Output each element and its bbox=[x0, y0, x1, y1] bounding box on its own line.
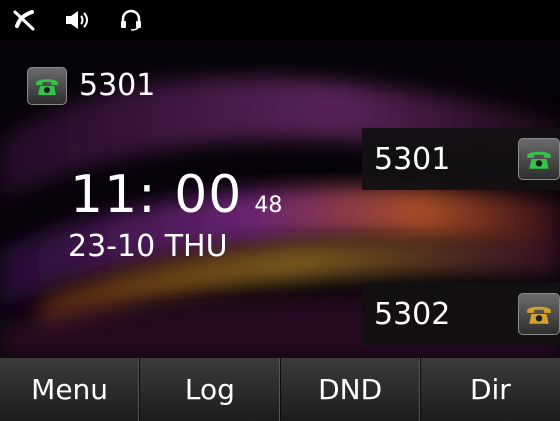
softkey-dnd[interactable]: DND bbox=[281, 358, 421, 421]
clock: 11: 00 48 bbox=[70, 160, 282, 230]
status-bar bbox=[0, 0, 560, 40]
mute-icon bbox=[12, 8, 38, 32]
softkey-bar: Menu Log DND Dir bbox=[0, 358, 560, 421]
line-key-5302[interactable]: 5302 bbox=[362, 283, 560, 345]
headset-icon bbox=[118, 8, 144, 32]
phone-screen: 5301 11: 00 48 23-10 THU 5301 5302 Menu … bbox=[0, 0, 560, 421]
phone-unregistered-icon bbox=[518, 293, 560, 335]
line-key-label: 5301 bbox=[374, 141, 451, 177]
clock-seconds: 48 bbox=[254, 193, 283, 218]
account-status: 5301 bbox=[27, 64, 155, 108]
line-key-label: 5302 bbox=[374, 296, 451, 332]
account-label: 5301 bbox=[79, 68, 156, 103]
phone-registered-icon bbox=[27, 67, 67, 105]
clock-date: 23-10 THU bbox=[68, 229, 228, 264]
softkey-dir[interactable]: Dir bbox=[421, 358, 560, 421]
phone-registered-icon bbox=[518, 138, 560, 180]
speaker-icon bbox=[64, 8, 90, 32]
clock-time: 11: 00 bbox=[70, 165, 243, 225]
softkey-log[interactable]: Log bbox=[140, 358, 281, 421]
line-key-5301[interactable]: 5301 bbox=[362, 128, 560, 190]
softkey-menu[interactable]: Menu bbox=[0, 358, 141, 421]
